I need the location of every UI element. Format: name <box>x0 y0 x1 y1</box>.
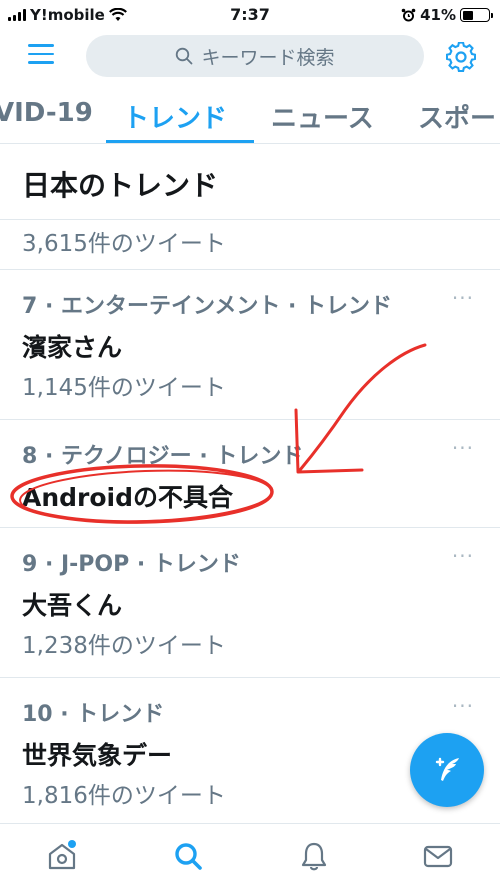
trend-item-7[interactable]: 7 · エンターテインメント · トレンド ··· 濱家さん 1,145件のツイ… <box>0 270 500 420</box>
more-options-icon[interactable]: ··· <box>452 694 474 718</box>
menu-icon[interactable] <box>28 44 54 68</box>
tweet-count: 1,145件のツイート <box>22 375 226 401</box>
active-tab-indicator <box>106 140 254 143</box>
explore-tabs: VID-19 トレンド ニュース スポー <box>0 86 500 144</box>
tab-covid-19[interactable]: VID-19 <box>0 98 93 128</box>
trend-item-8[interactable]: 8 · テクノロジー · トレンド ··· Androidの不具合 <box>0 420 500 528</box>
trend-name: 世界気象デー <box>22 741 173 770</box>
search-icon[interactable] <box>172 840 204 872</box>
compose-tweet-icon <box>435 757 459 781</box>
more-options-icon[interactable]: ··· <box>452 544 474 568</box>
more-options-icon[interactable]: ··· <box>452 436 474 460</box>
section-header: 日本のトレンド <box>0 144 500 220</box>
alarm-icon <box>401 8 416 21</box>
search-icon <box>176 47 193 65</box>
compose-tweet-button[interactable] <box>410 733 484 807</box>
trend-name: 濱家さん <box>22 333 123 362</box>
battery-icon <box>460 8 493 22</box>
tab-news[interactable]: ニュース <box>271 98 374 135</box>
tab-trends[interactable]: トレンド <box>123 98 227 135</box>
section-title: 日本のトレンド <box>22 169 219 202</box>
search-input[interactable]: キーワード検索 <box>86 35 424 77</box>
top-header: キーワード検索 <box>0 28 500 86</box>
trend-name: 大吾くん <box>22 591 123 620</box>
search-placeholder: キーワード検索 <box>201 46 335 69</box>
home-icon[interactable] <box>46 840 78 872</box>
tweet-count: 1,816件のツイート <box>22 783 226 809</box>
gear-icon[interactable] <box>446 42 476 72</box>
trend-name: Androidの不具合 <box>22 483 234 512</box>
trend-category: 7 · エンターテインメント · トレンド <box>22 294 393 319</box>
tab-sports[interactable]: スポー <box>418 98 496 135</box>
battery-info: 41% <box>401 6 493 24</box>
trend-category: 9 · J-POP · トレンド <box>22 552 241 577</box>
tweet-count: 3,615件のツイート <box>22 231 226 257</box>
battery-percent: 41% <box>420 6 456 24</box>
trend-category: 8 · テクノロジー · トレンド <box>22 444 304 469</box>
messages-icon[interactable] <box>422 840 454 872</box>
trend-item-9[interactable]: 9 · J-POP · トレンド ··· 大吾くん 1,238件のツイート <box>0 528 500 678</box>
tweet-count: 1,238件のツイート <box>22 633 226 659</box>
notifications-icon[interactable] <box>298 840 330 872</box>
list-item[interactable]: 3,615件のツイート <box>0 220 500 270</box>
trend-category: 10 · トレンド <box>22 702 165 727</box>
more-options-icon[interactable]: ··· <box>452 286 474 310</box>
bottom-navigation <box>0 823 500 889</box>
status-bar: Y!mobile 7:37 41% <box>0 0 500 28</box>
